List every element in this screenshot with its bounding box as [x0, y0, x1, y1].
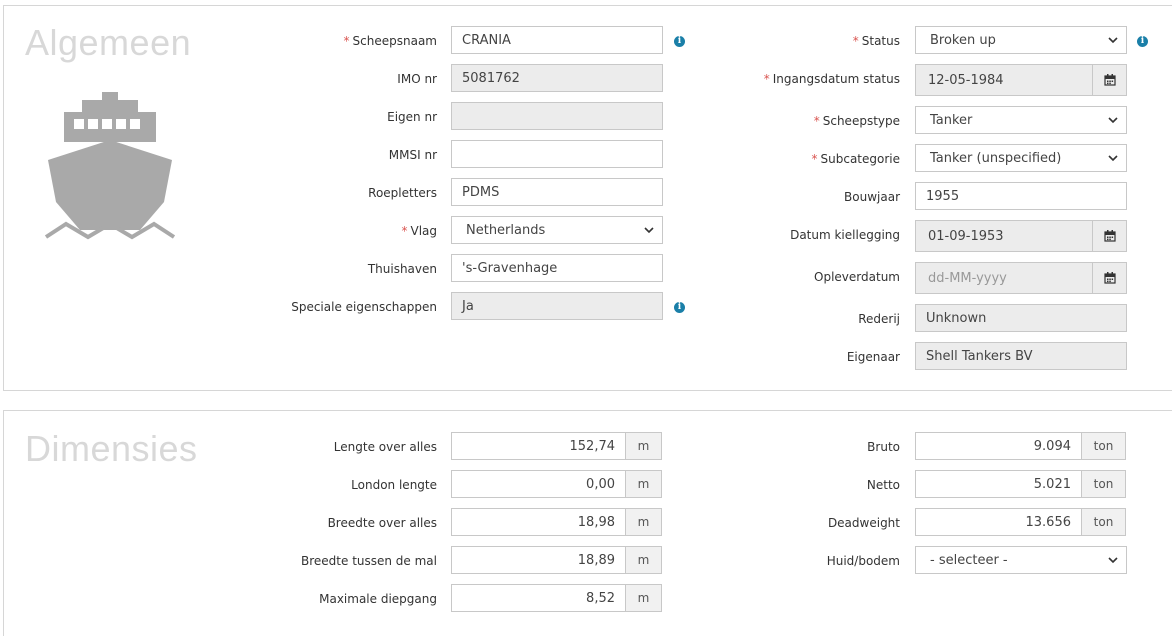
deadweight-label: Deadweight [827, 516, 900, 530]
status-select-value: Broken up [930, 32, 996, 48]
unit-addon: ton [1081, 471, 1125, 497]
thuishaven-label: Thuishaven [367, 262, 437, 276]
imo-label: IMO nr [397, 72, 437, 86]
status-label: * Status [852, 34, 900, 48]
london-lengte-input[interactable]: 0,00 [452, 471, 625, 497]
eigenaar-label: Eigenaar [846, 350, 900, 364]
algemeen-heading: Algemeen [25, 22, 192, 63]
calendar-icon[interactable] [1092, 65, 1126, 95]
unit-addon: m [625, 585, 661, 611]
lengte-over-alles-field[interactable]: 152,74 m [451, 432, 662, 460]
chevron-down-icon [644, 227, 654, 234]
lengte-over-alles-label: Lengte over alles [333, 440, 437, 454]
eigen-nr-label: Eigen nr [387, 110, 437, 124]
bruto-label: Bruto [867, 440, 900, 454]
deadweight-field[interactable]: 13.656 ton [915, 508, 1126, 536]
ingangsdatum-status-label: * Ingangsdatum status [763, 72, 900, 86]
scheepstype-select-value: Tanker [930, 112, 973, 128]
subcategorie-label: * Subcategorie [811, 152, 901, 166]
chevron-down-icon [1108, 37, 1118, 44]
breedte-over-alles-field[interactable]: 18,98 m [451, 508, 662, 536]
scheepstype-select[interactable]: Tanker [915, 106, 1127, 134]
london-lengte-field[interactable]: 0,00 m [451, 470, 662, 498]
vlag-label: * Vlag [401, 224, 437, 238]
unit-addon: ton [1081, 433, 1125, 459]
vlag-select[interactable]: Netherlands [451, 216, 663, 244]
mmsi-label: MMSI nr [388, 148, 437, 162]
imo-input[interactable]: 5081762 [451, 64, 663, 92]
maximale-diepgang-label: Maximale diepgang [319, 592, 437, 606]
maximale-diepgang-input[interactable]: 8,52 [452, 585, 625, 611]
speciale-eigenschappen-label: Speciale eigenschappen [291, 300, 437, 314]
unit-addon: ton [1081, 509, 1125, 535]
subcategorie-select[interactable]: Tanker (unspecified) [915, 144, 1127, 172]
breedte-over-alles-input[interactable]: 18,98 [452, 509, 625, 535]
ship-icon [44, 92, 176, 240]
breedte-tussen-de-mal-label: Breedte tussen de mal [301, 554, 437, 568]
eigen-nr-input[interactable] [451, 102, 663, 130]
info-icon[interactable]: i [674, 302, 685, 313]
unit-addon: m [625, 433, 661, 459]
info-icon[interactable]: i [1137, 36, 1148, 47]
huid-bodem-select[interactable]: - selecteer - [915, 546, 1127, 574]
breedte-tussen-de-mal-input[interactable]: 18,89 [452, 547, 625, 573]
ingangsdatum-status-datepicker[interactable]: 12-05-1984 [915, 64, 1127, 96]
rederij-label: Rederij [858, 312, 900, 326]
mmsi-input[interactable] [451, 140, 663, 168]
eigenaar-input[interactable]: Shell Tankers BV [915, 342, 1127, 370]
calendar-icon[interactable] [1092, 263, 1126, 293]
opleverdatum-label: Opleverdatum [814, 270, 900, 284]
thuishaven-input[interactable]: 's-Gravenhage [451, 254, 663, 282]
bouwjaar-label: Bouwjaar [844, 190, 900, 204]
scheepsnaam-input[interactable]: CRANIA [451, 26, 663, 54]
roepletters-input[interactable]: PDMS [451, 178, 663, 206]
unit-addon: m [625, 547, 661, 573]
opleverdatum-input[interactable]: dd-MM-yyyy [916, 263, 1092, 293]
maximale-diepgang-field[interactable]: 8,52 m [451, 584, 662, 612]
scheepsnaam-label: * Scheepsnaam [343, 34, 437, 48]
london-lengte-label: London lengte [351, 478, 437, 492]
datum-kiellegging-datepicker[interactable]: 01-09-1953 [915, 220, 1127, 252]
info-icon[interactable]: i [674, 36, 685, 47]
breedte-over-alles-label: Breedte over alles [327, 516, 437, 530]
calendar-icon[interactable] [1092, 221, 1126, 251]
chevron-down-icon [1108, 117, 1118, 124]
unit-addon: m [625, 471, 661, 497]
rederij-input[interactable]: Unknown [915, 304, 1127, 332]
status-select[interactable]: Broken up [915, 26, 1127, 54]
chevron-down-icon [1108, 155, 1118, 162]
netto-field[interactable]: 5.021 ton [915, 470, 1126, 498]
breedte-tussen-de-mal-field[interactable]: 18,89 m [451, 546, 662, 574]
speciale-eigenschappen-input[interactable]: Ja [451, 292, 663, 320]
lengte-over-alles-input[interactable]: 152,74 [452, 433, 625, 459]
bruto-input[interactable]: 9.094 [916, 433, 1081, 459]
opleverdatum-datepicker[interactable]: dd-MM-yyyy [915, 262, 1127, 294]
bouwjaar-input[interactable]: 1955 [915, 182, 1127, 210]
bruto-field[interactable]: 9.094 ton [915, 432, 1126, 460]
deadweight-input[interactable]: 13.656 [916, 509, 1081, 535]
datum-kiellegging-input[interactable]: 01-09-1953 [916, 221, 1092, 251]
subcategorie-select-value: Tanker (unspecified) [930, 150, 1062, 166]
roepletters-label: Roepletters [368, 186, 437, 200]
huid-bodem-label: Huid/bodem [826, 554, 900, 568]
ingangsdatum-status-input[interactable]: 12-05-1984 [916, 65, 1092, 95]
huid-bodem-select-value: - selecteer - [930, 552, 1008, 568]
vlag-select-value: Netherlands [466, 222, 546, 238]
netto-label: Netto [866, 478, 900, 492]
unit-addon: m [625, 509, 661, 535]
datum-kiellegging-label: Datum kiellegging [790, 228, 900, 242]
scheepstype-label: * Scheepstype [813, 114, 900, 128]
chevron-down-icon [1108, 557, 1118, 564]
dimensies-heading: Dimensies [25, 428, 198, 469]
netto-input[interactable]: 5.021 [916, 471, 1081, 497]
